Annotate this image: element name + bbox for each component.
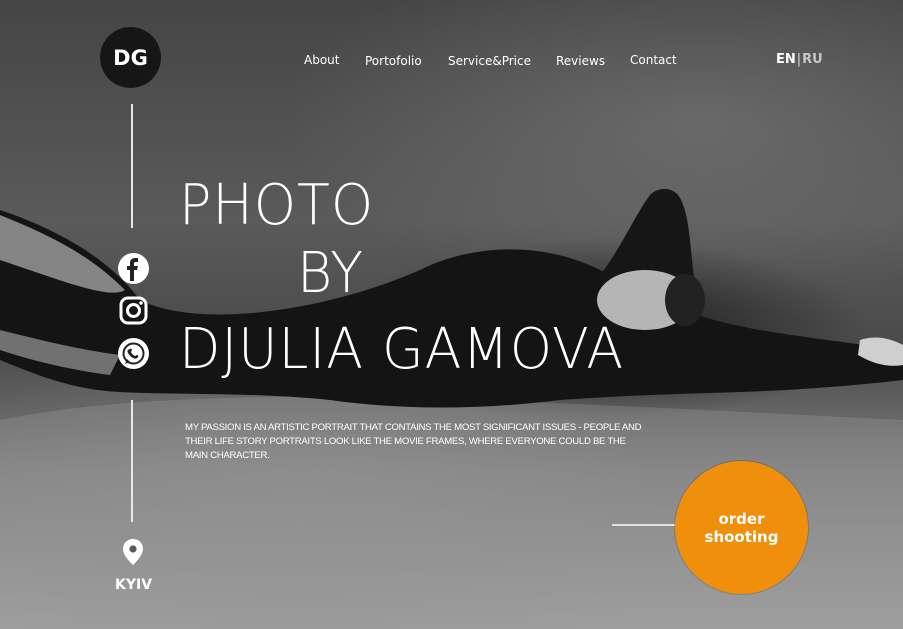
- divider-bottom: [131, 400, 133, 522]
- nav-item-service-price[interactable]: Service&Price: [448, 54, 531, 68]
- instagram-icon[interactable]: [118, 295, 149, 326]
- main-nav: About Portofolio Service&Price Reviews C…: [0, 53, 903, 73]
- whatsapp-icon[interactable]: [118, 338, 149, 369]
- nav-item-portfolio[interactable]: Portofolio: [365, 54, 422, 68]
- lang-en[interactable]: EN: [776, 52, 796, 67]
- order-shooting-button[interactable]: order shooting: [675, 461, 808, 594]
- cta-line-1: order: [718, 509, 765, 528]
- location-city: KYIV: [115, 577, 153, 593]
- lang-separator: |: [796, 52, 802, 67]
- divider-top: [131, 104, 133, 228]
- location-pin-icon: [122, 538, 144, 571]
- cta-line-2: shooting: [704, 527, 779, 546]
- facebook-icon[interactable]: [118, 253, 149, 284]
- hero-title-line-2: BY: [297, 241, 365, 306]
- hero-title-line-3: DJULIA GAMOVA: [179, 317, 625, 382]
- nav-item-about[interactable]: About: [304, 53, 339, 67]
- nav-item-reviews[interactable]: Reviews: [556, 54, 605, 68]
- language-switcher: EN|RU: [776, 52, 823, 67]
- hero-title-line-1: PHOTO: [179, 173, 375, 238]
- hero-description: MY PASSION IS AN ARTISTIC PORTRAIT THAT …: [185, 422, 642, 461]
- lang-ru[interactable]: RU: [802, 52, 823, 67]
- nav-item-contact[interactable]: Contact: [630, 53, 677, 67]
